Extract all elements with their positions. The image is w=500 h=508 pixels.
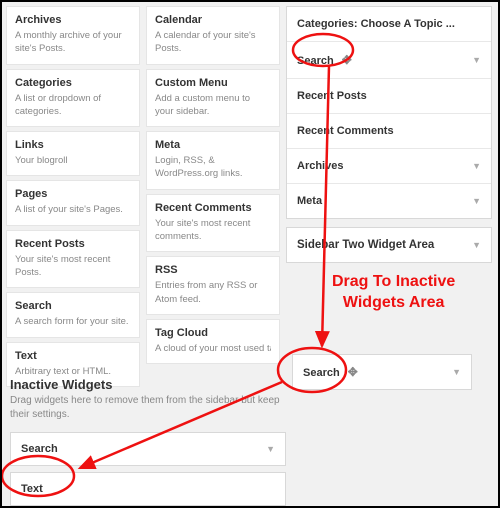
annotation-label: Drag To Inactive Widgets Area <box>332 272 455 314</box>
widget-links[interactable]: LinksYour blogroll <box>6 131 140 176</box>
widget-pages[interactable]: PagesA list of your site's Pages. <box>6 180 140 225</box>
widget-custom-menu[interactable]: Custom MenuAdd a custom menu to your sid… <box>146 69 280 128</box>
sidebar-item-recent-comments[interactable]: Recent Comments <box>287 114 491 149</box>
sidebar-item-label: Meta <box>297 195 322 207</box>
inactive-item-label: Text <box>21 483 43 495</box>
chevron-down-icon[interactable]: ▼ <box>472 161 481 171</box>
widget-recent-posts[interactable]: Recent PostsYour site's most recent Post… <box>6 230 140 289</box>
inactive-item-search[interactable]: Search ▼ <box>10 432 286 466</box>
sidebar-item-search[interactable]: Search ✥ ▼ <box>287 42 491 79</box>
sidebar-one-panel: Categories: Choose A Topic ... Search ✥ ▼… <box>286 6 492 219</box>
sidebar-item-categories[interactable]: Categories: Choose A Topic ... <box>287 7 491 42</box>
sidebar-area-label: Sidebar Two Widget Area <box>297 239 434 251</box>
dragging-widget-label: Search <box>303 367 340 379</box>
dragging-widget-search[interactable]: Search ✥ ▼ <box>292 354 472 390</box>
available-widgets-col-1: ArchivesA monthly archive of your site's… <box>6 6 140 387</box>
inactive-item-text[interactable]: Text <box>10 472 286 506</box>
widget-search[interactable]: SearchA search form for your site. <box>6 292 140 337</box>
sidebar-item-label: Categories: Choose A Topic ... <box>297 18 455 30</box>
available-widgets-col-2: CalendarA calendar of your site's Posts.… <box>146 6 280 387</box>
move-icon: ✥ <box>348 365 358 379</box>
chevron-down-icon: ▼ <box>452 367 461 377</box>
sidebar-item-recent-posts[interactable]: Recent Posts <box>287 79 491 114</box>
widget-calendar[interactable]: CalendarA calendar of your site's Posts. <box>146 6 280 65</box>
widget-archives[interactable]: ArchivesA monthly archive of your site's… <box>6 6 140 65</box>
inactive-widgets-heading: Inactive Widgets <box>10 377 286 392</box>
chevron-down-icon[interactable]: ▼ <box>472 196 481 206</box>
widget-categories[interactable]: CategoriesA list or dropdown of categori… <box>6 69 140 128</box>
chevron-down-icon[interactable]: ▼ <box>472 55 481 65</box>
widget-meta[interactable]: MetaLogin, RSS, & WordPress.org links. <box>146 131 280 190</box>
sidebar-item-label: Recent Comments <box>297 125 394 137</box>
move-icon[interactable]: ✥ <box>342 53 352 67</box>
inactive-widgets-desc: Drag widgets here to remove them from th… <box>10 394 286 422</box>
widget-rss[interactable]: RSSEntries from any RSS or Atom feed. <box>146 256 280 315</box>
sidebar-item-archives[interactable]: Archives ▼ <box>287 149 491 184</box>
widget-recent-comments[interactable]: Recent CommentsYour site's most recent c… <box>146 194 280 253</box>
widget-tag-cloud[interactable]: Tag CloudA cloud of your most used tags. <box>146 319 280 364</box>
chevron-down-icon[interactable]: ▼ <box>266 444 275 454</box>
inactive-item-label: Search <box>21 443 58 455</box>
inactive-widgets-section: Inactive Widgets Drag widgets here to re… <box>10 377 286 508</box>
chevron-down-icon[interactable]: ▼ <box>472 240 481 250</box>
sidebar-widget-areas: Categories: Choose A Topic ... Search ✥ ▼… <box>286 6 498 387</box>
sidebar-two-header[interactable]: Sidebar Two Widget Area ▼ <box>286 227 492 263</box>
sidebar-item-meta[interactable]: Meta ▼ <box>287 184 491 218</box>
sidebar-item-label: Archives <box>297 160 343 172</box>
sidebar-item-label: Search <box>297 55 334 67</box>
sidebar-item-label: Recent Posts <box>297 90 367 102</box>
